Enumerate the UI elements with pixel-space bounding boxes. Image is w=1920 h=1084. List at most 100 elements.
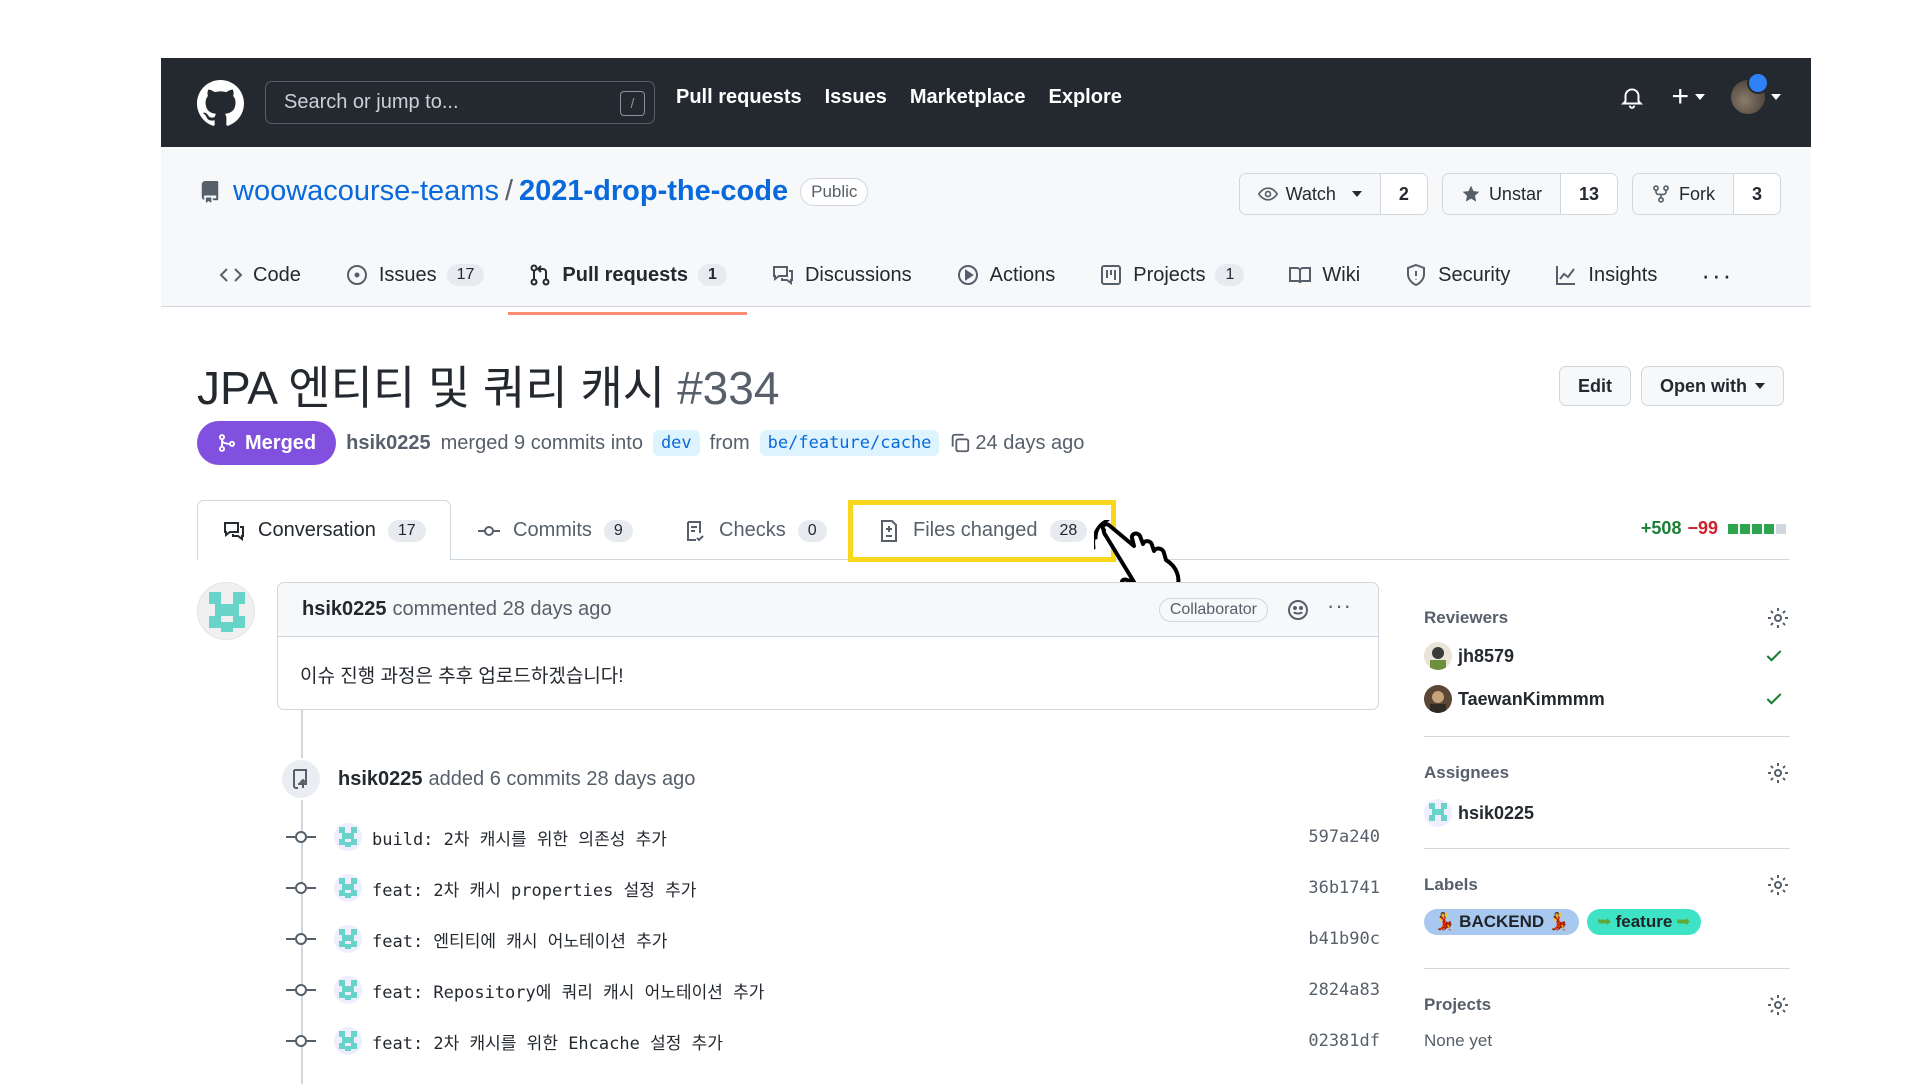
- tab-actions[interactable]: Actions: [956, 255, 1055, 295]
- smiley-icon[interactable]: [1286, 598, 1310, 622]
- timeline-badge: [280, 758, 322, 800]
- fork-label: Fork: [1678, 183, 1715, 204]
- tab-code[interactable]: Code: [219, 255, 301, 295]
- gear-icon[interactable]: [1766, 761, 1790, 785]
- fork-button[interactable]: Fork: [1632, 174, 1734, 214]
- event-author-link[interactable]: hsik0225: [338, 768, 423, 791]
- base-branch[interactable]: dev: [652, 430, 700, 456]
- search-input[interactable]: Search or jump to... /: [265, 81, 655, 124]
- watch-count[interactable]: 2: [1380, 174, 1427, 214]
- tab-issues[interactable]: Issues 17: [345, 255, 485, 295]
- unstar-label: Unstar: [1488, 183, 1542, 204]
- watch-button[interactable]: Watch: [1239, 174, 1381, 214]
- projects-section: Projects None yet: [1424, 969, 1790, 1059]
- repo-name-link[interactable]: 2021-drop-the-code: [519, 175, 788, 208]
- commit-sha-link[interactable]: 36b1741: [1308, 878, 1380, 898]
- header-actions: +: [1619, 72, 1781, 114]
- avatar[interactable]: [197, 582, 255, 640]
- files-changed-highlight: [848, 500, 1116, 562]
- tab-label: Checks: [719, 519, 786, 541]
- tab-insights[interactable]: Insights: [1554, 255, 1657, 295]
- pull-request-icon: [530, 264, 550, 286]
- assignees-section: Assignees hsik0225: [1424, 737, 1790, 849]
- commit-message-link[interactable]: feat: 2차 캐시를 위한 Ehcache 설정 추가: [372, 1029, 723, 1054]
- tab-security[interactable]: Security: [1404, 255, 1510, 295]
- avatar: [1424, 685, 1452, 713]
- unstar-button[interactable]: Unstar: [1442, 174, 1561, 214]
- global-header: Search or jump to... / Pull requests Iss…: [161, 58, 1811, 147]
- commit-message-link[interactable]: feat: 엔티티에 캐시 어노테이션 추가: [372, 927, 667, 952]
- bell-icon[interactable]: [1619, 83, 1645, 111]
- avatar[interactable]: [334, 823, 362, 851]
- copy-icon[interactable]: [949, 432, 971, 454]
- labels-section: Labels 💃 BACKEND 💃 ➥ feature ➥: [1424, 849, 1790, 969]
- pr-title-text: JPA 엔티티 및 쿼리 캐시: [197, 362, 666, 414]
- commit-message-link[interactable]: feat: Repository에 쿼리 캐시 어노테이션 추가: [372, 978, 764, 1003]
- repo-owner-link[interactable]: woowacourse-teams: [233, 175, 499, 208]
- reviewer-item[interactable]: TaewanKimmmm: [1424, 685, 1605, 713]
- project-icon: [1101, 265, 1122, 285]
- commit-sha-link[interactable]: b41b90c: [1308, 929, 1380, 949]
- assignee-item[interactable]: hsik0225: [1424, 799, 1534, 827]
- chevron-down-icon: [1351, 191, 1362, 197]
- tab-pull-requests[interactable]: Pull requests 1: [508, 255, 747, 315]
- search-placeholder: Search or jump to...: [284, 91, 459, 113]
- head-branch[interactable]: be/feature/cache: [759, 430, 940, 456]
- commit-message-link[interactable]: build: 2차 캐시를 위한 의존성 추가: [372, 825, 667, 850]
- chevron-down-icon: [1771, 94, 1781, 100]
- label-feature[interactable]: ➥ feature ➥: [1587, 909, 1701, 935]
- reviewer-item[interactable]: jh8579: [1424, 642, 1514, 670]
- open-with-button[interactable]: Open with: [1641, 366, 1784, 406]
- comment-discussion-icon: [224, 521, 244, 541]
- nav-issues[interactable]: Issues: [825, 86, 887, 109]
- tab-conversation[interactable]: Conversation 17: [197, 500, 451, 561]
- star-count[interactable]: 13: [1560, 174, 1617, 214]
- play-icon: [957, 265, 978, 285]
- tab-label: Insights: [1588, 263, 1658, 286]
- gear-icon[interactable]: [1766, 993, 1790, 1017]
- edit-button[interactable]: Edit: [1559, 366, 1631, 406]
- checklist-icon: [687, 520, 704, 541]
- tab-commits[interactable]: Commits 9: [477, 500, 633, 561]
- nav-explore[interactable]: Explore: [1049, 86, 1122, 109]
- avatar[interactable]: [334, 925, 362, 953]
- commit-sha-link[interactable]: 597a240: [1308, 827, 1380, 847]
- tab-checks[interactable]: Checks 0: [683, 500, 827, 561]
- assignees-title: Assignees: [1424, 763, 1510, 782]
- tab-counter: 17: [387, 519, 426, 542]
- avatar[interactable]: [334, 874, 362, 902]
- nav-pull-requests[interactable]: Pull requests: [676, 86, 802, 109]
- gear-icon[interactable]: [1766, 606, 1790, 630]
- github-logo-icon[interactable]: [197, 80, 244, 127]
- commit-message-link[interactable]: feat: 2차 캐시 properties 설정 추가: [372, 876, 696, 901]
- role-badge: Collaborator: [1158, 598, 1268, 622]
- comment-author-link[interactable]: hsik0225: [302, 598, 387, 621]
- kebab-horizontal-icon[interactable]: ···: [1327, 593, 1352, 619]
- assignee-name: hsik0225: [1458, 802, 1535, 823]
- reviewer-name: TaewanKimmmm: [1458, 688, 1605, 709]
- tab-projects[interactable]: Projects 1: [1099, 255, 1245, 295]
- merge-icon: [219, 434, 235, 452]
- watch-button-group: Watch 2: [1238, 173, 1428, 215]
- avatar[interactable]: [334, 1027, 362, 1055]
- fork-count[interactable]: 3: [1733, 174, 1780, 214]
- comment-header: hsik0225 commented 28 days ago Collabora…: [278, 583, 1378, 637]
- gear-icon[interactable]: [1766, 873, 1790, 897]
- identicon-icon: [209, 592, 245, 632]
- commit-sha-link[interactable]: 2824a83: [1308, 980, 1380, 1000]
- pr-time: 24 days ago: [975, 431, 1085, 454]
- commit-sha-link[interactable]: 02381df: [1308, 1031, 1380, 1051]
- tab-discussions[interactable]: Discussions: [771, 255, 912, 295]
- pr-author-link[interactable]: hsik0225: [346, 432, 431, 455]
- avatar[interactable]: [334, 976, 362, 1004]
- nav-marketplace[interactable]: Marketplace: [910, 86, 1026, 109]
- tab-wiki[interactable]: Wiki: [1288, 255, 1360, 295]
- create-new-button[interactable]: +: [1671, 82, 1705, 112]
- repo-push-icon: [293, 769, 307, 789]
- repo-breadcrumb: woowacourse-teams / 2021-drop-the-code P…: [199, 175, 869, 208]
- fork-button-group: Fork 3: [1631, 173, 1781, 215]
- user-menu[interactable]: [1731, 72, 1781, 114]
- status-badge: Merged: [197, 421, 337, 465]
- label-backend[interactable]: 💃 BACKEND 💃: [1424, 909, 1580, 935]
- more-tabs-button[interactable]: ···: [1701, 255, 1733, 295]
